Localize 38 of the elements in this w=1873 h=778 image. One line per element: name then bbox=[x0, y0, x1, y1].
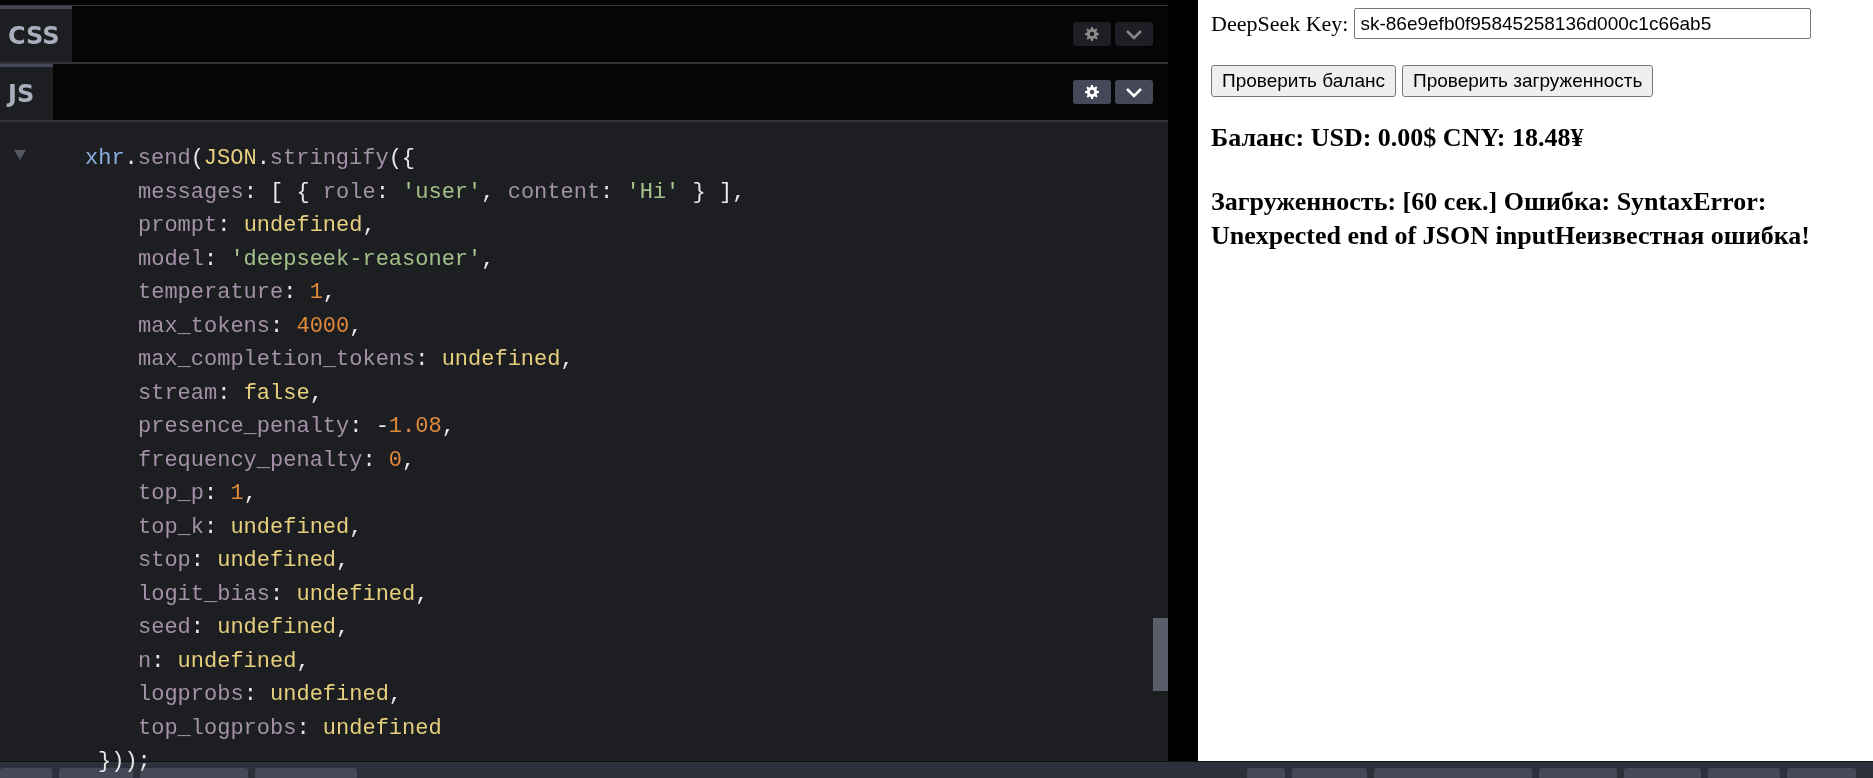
result-text: Загруженность: [60 сек.] Ошибка: SyntaxError: Unexpected end of JSON inputНеизвестная ошибка! bbox=[1211, 186, 1811, 252]
panel-tab[interactable]: JS bbox=[0, 64, 53, 120]
result-text: Баланс: USD: 0.00$ CNY: 18.48¥ bbox=[1211, 122, 1585, 154]
code-line: top_p: 1, bbox=[138, 480, 257, 508]
collapse-button[interactable] bbox=[1115, 80, 1153, 104]
code-line: top_k: undefined, bbox=[138, 513, 363, 542]
code-line: })); bbox=[98, 748, 151, 776]
panel-tab[interactable]: CSS bbox=[0, 6, 72, 62]
code-line: logit_bias: undefined, bbox=[138, 580, 429, 609]
settings-button[interactable] bbox=[1073, 80, 1111, 104]
check-button[interactable]: Проверить баланс bbox=[1211, 65, 1396, 97]
chevron-down-icon bbox=[1125, 86, 1143, 98]
code-line: max_completion_tokens: undefined, bbox=[138, 346, 574, 374]
settings-icon bbox=[1085, 85, 1099, 99]
code-line: messages: [ { role: 'user', content: 'Hi' } ], bbox=[138, 178, 746, 207]
fold-triangle-icon[interactable] bbox=[14, 150, 26, 160]
chevron-down-icon bbox=[1125, 28, 1143, 40]
code-line: presence_penalty: -1.08, bbox=[138, 413, 455, 441]
code-line: stream: false, bbox=[138, 379, 323, 408]
resizer-bar[interactable] bbox=[1168, 0, 1198, 761]
code-line: top_logprobs: undefined bbox=[138, 714, 442, 743]
scrollbar-thumb[interactable] bbox=[1153, 618, 1168, 691]
key-input-field[interactable]: sk-86e9efb0f95845258136d000c1c66ab5 bbox=[1354, 8, 1812, 39]
code-line: model: 'deepseek-reasoner', bbox=[138, 245, 495, 274]
code-line: n: undefined, bbox=[138, 647, 310, 676]
check-button[interactable]: Проверить загруженность bbox=[1401, 65, 1654, 97]
code-line: seed: undefined, bbox=[138, 614, 350, 642]
settings-icon bbox=[1085, 27, 1099, 41]
collapse-button[interactable] bbox=[1115, 22, 1153, 46]
code-line: temperature: 1, bbox=[138, 279, 337, 307]
code-line: stop: undefined, bbox=[138, 547, 350, 575]
code-line: xhr.send(JSON.stringify({ bbox=[85, 145, 416, 173]
key-label: DeepSeek Key: bbox=[1211, 10, 1349, 37]
settings-button[interactable] bbox=[1073, 22, 1111, 46]
code-line: max_tokens: 4000, bbox=[138, 312, 363, 341]
code-line: logprobs: undefined, bbox=[138, 681, 403, 709]
code-line: frequency_penalty: 0, bbox=[138, 446, 416, 475]
code-line: prompt: undefined, bbox=[138, 212, 376, 240]
